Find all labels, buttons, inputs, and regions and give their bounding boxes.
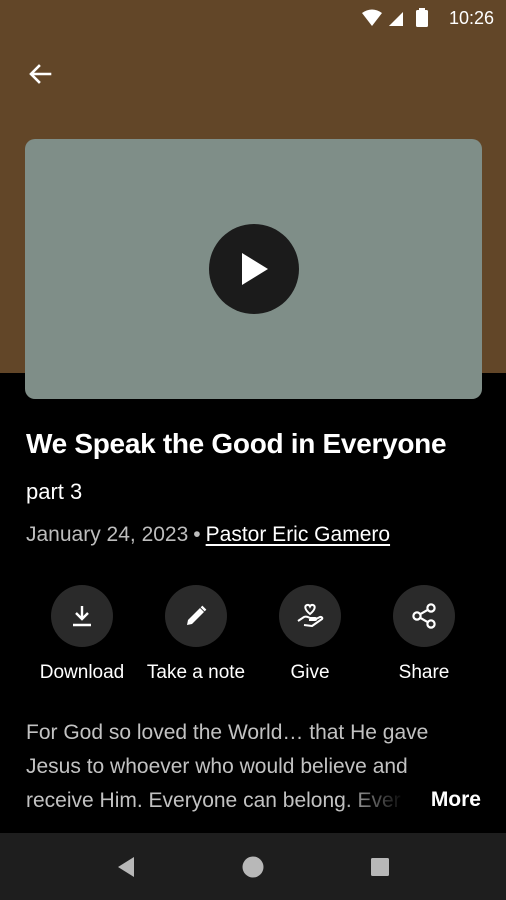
give-circle[interactable] — [279, 585, 341, 647]
back-triangle-icon — [118, 857, 134, 877]
sermon-subtitle: part 3 — [26, 479, 83, 504]
video-player[interactable] — [25, 139, 482, 399]
nav-recents-button[interactable] — [366, 853, 394, 881]
share-icon — [412, 603, 436, 629]
home-circle-icon — [242, 856, 264, 878]
download-button[interactable]: Download — [22, 585, 142, 684]
nav-home-button[interactable] — [239, 853, 267, 881]
author-link[interactable]: Pastor Eric Gamero — [206, 523, 390, 546]
give-hand-heart-icon — [297, 603, 324, 627]
play-button[interactable] — [209, 224, 299, 314]
take-note-circle[interactable] — [165, 585, 227, 647]
meta-separator: • — [193, 523, 201, 546]
nav-back-button[interactable] — [112, 853, 140, 881]
sermon-meta: January 24, 2023 • Pastor Eric Gamero — [26, 523, 390, 547]
give-label: Give — [290, 662, 330, 683]
take-note-label: Take a note — [146, 662, 246, 683]
signal-icon — [389, 12, 403, 26]
download-label: Download — [39, 662, 125, 683]
back-button[interactable] — [22, 56, 58, 92]
wifi-icon — [362, 9, 382, 26]
more-button[interactable]: More — [431, 788, 481, 812]
give-button[interactable]: Give — [250, 585, 370, 684]
arrow-left-icon — [29, 64, 52, 84]
recents-square-icon — [371, 858, 389, 876]
status-bar: 10:26 — [0, 0, 506, 36]
play-icon — [242, 253, 268, 285]
system-nav-bar — [0, 833, 506, 900]
pencil-icon — [187, 605, 207, 625]
sermon-date: January 24, 2023 — [26, 523, 189, 546]
status-icons — [362, 8, 428, 27]
download-circle[interactable] — [51, 585, 113, 647]
take-note-button[interactable]: Take a note — [136, 585, 256, 684]
status-time: 10:26 — [448, 8, 494, 28]
share-button[interactable]: Share — [364, 585, 484, 684]
share-circle[interactable] — [393, 585, 455, 647]
sermon-title: We Speak the Good in Everyone — [26, 428, 447, 459]
share-label: Share — [398, 662, 450, 683]
battery-icon — [416, 8, 428, 27]
download-icon — [73, 606, 91, 627]
action-row: Download Take a note Give Share — [25, 585, 482, 695]
